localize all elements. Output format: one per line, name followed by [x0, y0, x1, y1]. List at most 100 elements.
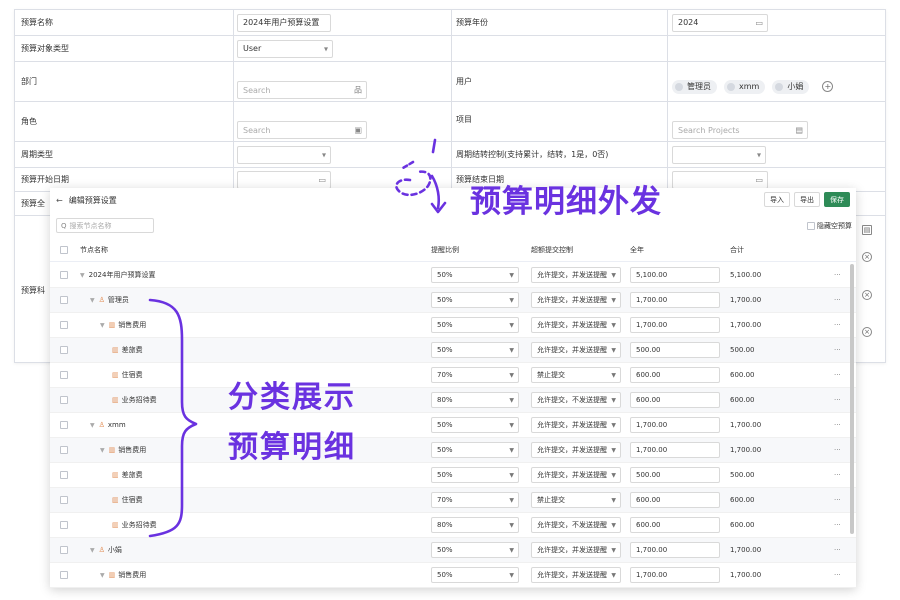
row-checkbox[interactable]: [60, 521, 68, 529]
annual-amount-input[interactable]: 600.00: [630, 367, 720, 383]
user-tag[interactable]: 管理员: [672, 79, 717, 94]
ratio-select[interactable]: 50% ▼: [431, 467, 519, 483]
expand-caret-icon[interactable]: ▼: [100, 572, 105, 579]
ratio-select[interactable]: 50% ▼: [431, 292, 519, 308]
row-checkbox[interactable]: [60, 546, 68, 554]
table-row[interactable]: ▥ 业务招待费 80% ▼ 允许提交，不发送提醒 ▼ 600.00 600.00 ···: [50, 513, 856, 538]
table-row[interactable]: ▼ ♙ xmm 50% ▼ 允许提交，并发送提醒 ▼ 1,700.00 1,700.00 ···: [50, 413, 856, 438]
row-checkbox[interactable]: [60, 296, 68, 304]
more-actions-icon[interactable]: ···: [834, 413, 841, 437]
overspend-control-select[interactable]: 允许提交，并发送提醒 ▼: [531, 317, 621, 333]
annual-amount-input[interactable]: 600.00: [630, 392, 720, 408]
add-user-icon[interactable]: +: [822, 81, 834, 92]
table-row[interactable]: ▼ ▥ 销售费用 50% ▼ 允许提交，并发送提醒 ▼ 1,700.00 1,700.00 ···: [50, 438, 856, 463]
table-row[interactable]: ▥ 住宿费 70% ▼ 禁止提交 ▼ 600.00 600.00 ···: [50, 488, 856, 513]
overspend-control-select[interactable]: 允许提交，并发送提醒 ▼: [531, 542, 621, 558]
table-row[interactable]: ▥ 差旅费 50% ▼ 允许提交，并发送提醒 ▼ 500.00 500.00 ···: [50, 463, 856, 488]
more-actions-icon[interactable]: ···: [834, 563, 841, 587]
annual-amount-input[interactable]: 1,700.00: [630, 542, 720, 558]
more-actions-icon[interactable]: ···: [834, 388, 841, 412]
overspend-control-select[interactable]: 允许提交，并发送提醒 ▼: [531, 342, 621, 358]
table-icon[interactable]: ▤: [862, 225, 872, 235]
row-checkbox[interactable]: [60, 396, 68, 404]
more-actions-icon[interactable]: ···: [834, 538, 841, 562]
dept-search-input[interactable]: Search 品: [237, 81, 367, 99]
budget-name-input[interactable]: 2024年用户预算设置: [237, 13, 331, 32]
object-type-select[interactable]: User ▾: [237, 39, 333, 58]
row-checkbox[interactable]: [60, 446, 68, 454]
ratio-select[interactable]: 50% ▼: [431, 342, 519, 358]
save-button[interactable]: 保存: [824, 192, 850, 207]
table-row[interactable]: ▥ 差旅费 50% ▼ 允许提交，并发送提醒 ▼ 500.00 500.00 ···: [50, 338, 856, 363]
more-actions-icon[interactable]: ···: [834, 463, 841, 487]
ratio-select[interactable]: 50% ▼: [431, 442, 519, 458]
more-actions-icon[interactable]: ···: [834, 363, 841, 387]
row-checkbox[interactable]: [60, 571, 68, 579]
annual-amount-input[interactable]: 500.00: [630, 342, 720, 358]
close-circle-icon[interactable]: ×: [862, 290, 872, 300]
overspend-control-select[interactable]: 禁止提交 ▼: [531, 492, 621, 508]
ratio-select[interactable]: 50% ▼: [431, 542, 519, 558]
close-circle-icon[interactable]: ×: [862, 252, 872, 262]
overspend-control-select[interactable]: 允许提交，不发送提醒 ▼: [531, 517, 621, 533]
row-checkbox[interactable]: [60, 371, 68, 379]
ratio-select[interactable]: 70% ▼: [431, 367, 519, 383]
table-row[interactable]: ▼ ▥ 销售费用 50% ▼ 允许提交，并发送提醒 ▼ 1,700.00 1,700.00 ···: [50, 313, 856, 338]
overspend-control-select[interactable]: 禁止提交 ▼: [531, 367, 621, 383]
row-checkbox[interactable]: [60, 271, 68, 279]
overspend-control-select[interactable]: 允许提交，并发送提醒 ▼: [531, 442, 621, 458]
back-arrow-icon[interactable]: ←: [56, 196, 63, 205]
overspend-control-select[interactable]: 允许提交，并发送提醒 ▼: [531, 467, 621, 483]
expand-caret-icon[interactable]: ▼: [80, 272, 85, 279]
annual-amount-input[interactable]: 1,700.00: [630, 317, 720, 333]
end-date-input[interactable]: ▭: [672, 170, 768, 189]
ratio-select[interactable]: 50% ▼: [431, 567, 519, 583]
ratio-select[interactable]: 80% ▼: [431, 392, 519, 408]
more-actions-icon[interactable]: ···: [834, 513, 841, 537]
checkbox[interactable]: [807, 222, 815, 230]
overspend-control-select[interactable]: 允许提交，并发送提醒 ▼: [531, 417, 621, 433]
ratio-select[interactable]: 50% ▼: [431, 317, 519, 333]
table-row[interactable]: ▼ ♙ 管理员 50% ▼ 允许提交，并发送提醒 ▼ 1,700.00 1,700.00 ···: [50, 288, 856, 313]
period-carry-select[interactable]: ▾: [672, 145, 766, 164]
import-button[interactable]: 导入: [764, 192, 790, 207]
overspend-control-select[interactable]: 允许提交，并发送提醒 ▼: [531, 267, 621, 283]
annual-amount-input[interactable]: 1,700.00: [630, 442, 720, 458]
start-date-input[interactable]: ▭: [237, 170, 331, 189]
expand-caret-icon[interactable]: ▼: [90, 297, 95, 304]
row-checkbox[interactable]: [60, 471, 68, 479]
overspend-control-select[interactable]: 允许提交，并发送提醒 ▼: [531, 567, 621, 583]
row-checkbox[interactable]: [60, 421, 68, 429]
overspend-control-select[interactable]: 允许提交，不发送提醒 ▼: [531, 392, 621, 408]
annual-amount-input[interactable]: 5,100.00: [630, 267, 720, 283]
ratio-select[interactable]: 50% ▼: [431, 417, 519, 433]
user-tag[interactable]: xmm: [724, 79, 766, 94]
select-all-checkbox[interactable]: [60, 245, 68, 254]
overspend-control-select[interactable]: 允许提交，并发送提醒 ▼: [531, 292, 621, 308]
expand-caret-icon[interactable]: ▼: [90, 547, 95, 554]
user-tag[interactable]: 小娟: [772, 79, 810, 94]
role-search-input[interactable]: Search ▣: [237, 121, 367, 139]
annual-amount-input[interactable]: 1,700.00: [630, 567, 720, 583]
project-list-icon[interactable]: ▤: [795, 126, 803, 135]
table-row[interactable]: ▥ 业务招待费 80% ▼ 允许提交，不发送提醒 ▼ 600.00 600.00 ···: [50, 388, 856, 413]
ratio-select[interactable]: 70% ▼: [431, 492, 519, 508]
annual-amount-input[interactable]: 500.00: [630, 467, 720, 483]
annual-amount-input[interactable]: 1,700.00: [630, 417, 720, 433]
expand-caret-icon[interactable]: ▼: [90, 422, 95, 429]
scrollbar[interactable]: [850, 264, 854, 534]
more-actions-icon[interactable]: ···: [834, 313, 841, 337]
hide-empty-budget-toggle[interactable]: 隐藏空预算: [807, 221, 852, 231]
row-checkbox[interactable]: [60, 496, 68, 504]
table-row[interactable]: ▼ ▥ 销售费用 50% ▼ 允许提交，并发送提醒 ▼ 1,700.00 1,700.00 ···: [50, 563, 856, 588]
org-tree-icon[interactable]: 品: [354, 85, 362, 96]
budget-year-input[interactable]: 2024 ▭: [672, 13, 768, 32]
role-card-icon[interactable]: ▣: [354, 126, 362, 135]
ratio-select[interactable]: 80% ▼: [431, 517, 519, 533]
more-actions-icon[interactable]: ···: [834, 338, 841, 362]
annual-amount-input[interactable]: 600.00: [630, 492, 720, 508]
more-actions-icon[interactable]: ···: [834, 488, 841, 512]
annual-amount-input[interactable]: 600.00: [630, 517, 720, 533]
node-search-input[interactable]: Q 搜索节点名称: [56, 218, 154, 233]
more-actions-icon[interactable]: ···: [834, 288, 841, 312]
